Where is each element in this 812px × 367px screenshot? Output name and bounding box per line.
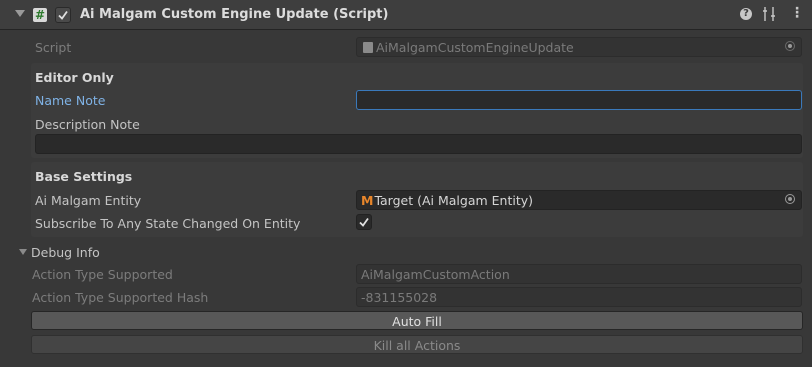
description-note-label: Description Note [35, 117, 140, 132]
action-hash-field: -831155028 [356, 287, 802, 307]
name-note-label: Name Note [35, 93, 106, 108]
help-icon[interactable]: ? [740, 8, 752, 20]
debug-info-heading[interactable]: Debug Info [31, 245, 100, 260]
entity-label: Ai Malgam Entity [35, 193, 142, 208]
component-header[interactable]: # Ai Malgam Custom Engine Update (Script… [0, 0, 812, 30]
component-enabled-checkbox[interactable] [55, 7, 71, 23]
csharp-script-icon: # [33, 8, 47, 22]
subscribe-checkbox[interactable] [356, 214, 372, 230]
editor-only-heading: Editor Only [35, 70, 114, 85]
aimalgam-logo-icon: M [361, 193, 374, 208]
entity-object-field[interactable]: MTarget (Ai Malgam Entity) [356, 190, 802, 210]
script-field: AiMalgamCustomEngineUpdate [356, 37, 802, 57]
kill-all-actions-button[interactable]: Kill all Actions [31, 335, 803, 354]
action-hash-label: Action Type Supported Hash [32, 290, 209, 305]
script-label: Script [35, 40, 72, 55]
entity-value: Target (Ai Malgam Entity) [374, 193, 534, 208]
base-settings-heading: Base Settings [35, 169, 133, 184]
object-picker-icon [785, 41, 795, 51]
description-note-input[interactable] [35, 134, 802, 154]
debug-foldout-arrow-icon[interactable] [19, 249, 27, 255]
checkmark-icon [359, 217, 369, 227]
action-type-field: AiMalgamCustomAction [356, 264, 802, 284]
name-note-input[interactable] [356, 90, 802, 110]
collapse-arrow-icon[interactable] [15, 10, 25, 17]
context-menu-icon[interactable]: ⋮ [790, 5, 804, 21]
script-file-icon [363, 42, 373, 53]
object-picker-icon[interactable] [785, 194, 795, 204]
component-title: Ai Malgam Custom Engine Update (Script) [80, 7, 389, 22]
subscribe-label: Subscribe To Any State Changed On Entity [35, 216, 301, 231]
presets-icon[interactable] [762, 6, 776, 22]
script-name: AiMalgamCustomEngineUpdate [376, 40, 574, 55]
checkmark-icon [58, 10, 68, 20]
auto-fill-button[interactable]: Auto Fill [31, 311, 803, 330]
action-type-label: Action Type Supported [32, 267, 173, 282]
